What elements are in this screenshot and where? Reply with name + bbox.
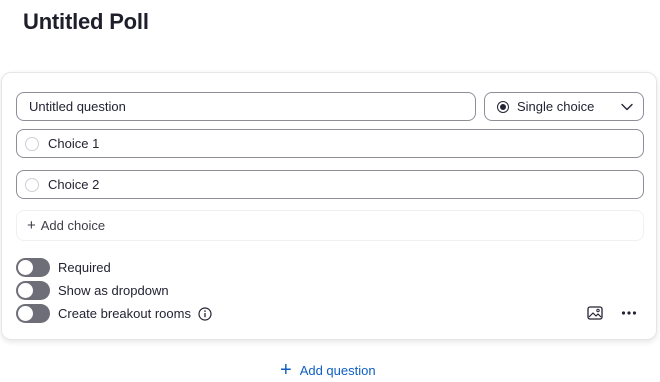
question-title-input[interactable]: Untitled question — [16, 92, 476, 121]
dropdown-option: Show as dropdown — [16, 281, 169, 300]
choice-input-2[interactable]: Choice 2 — [16, 170, 644, 199]
required-toggle[interactable] — [16, 258, 50, 277]
question-card: Untitled question Single choice Choice 1… — [1, 72, 657, 340]
show-as-dropdown-toggle[interactable] — [16, 281, 50, 300]
required-option: Required — [16, 258, 111, 277]
question-type-label: Single choice — [517, 99, 595, 114]
more-horizontal-icon[interactable] — [621, 304, 637, 322]
radio-selected-icon — [497, 100, 509, 113]
breakout-label: Create breakout rooms — [58, 306, 191, 321]
radio-icon — [25, 177, 39, 192]
radio-icon — [25, 136, 39, 151]
add-question-label: Add question — [299, 362, 376, 378]
image-icon[interactable] — [586, 304, 604, 322]
chevron-down-icon — [621, 103, 633, 110]
choice-label: Choice 2 — [48, 177, 100, 192]
plus-icon: + — [27, 217, 36, 234]
choice-label: Choice 1 — [48, 136, 100, 151]
breakout-option: Create breakout rooms — [16, 304, 212, 323]
choice-input-1[interactable]: Choice 1 — [16, 129, 644, 158]
poll-editor: Untitled Poll Untitled question Single c… — [0, 0, 660, 382]
question-type-dropdown[interactable]: Single choice — [484, 92, 644, 121]
info-icon[interactable] — [198, 306, 212, 321]
add-choice-label: Add choice — [40, 218, 106, 233]
dropdown-label: Show as dropdown — [58, 283, 169, 298]
plus-icon: + — [280, 359, 292, 381]
add-choice-button[interactable]: + Add choice — [16, 210, 644, 241]
add-question-button[interactable]: + Add question — [280, 360, 376, 380]
breakout-rooms-toggle[interactable] — [16, 304, 50, 323]
poll-title[interactable]: Untitled Poll — [23, 9, 149, 35]
required-label: Required — [58, 260, 111, 275]
